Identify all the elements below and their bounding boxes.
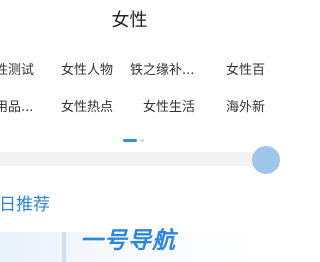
carousel-dot-active[interactable]: [123, 139, 137, 142]
page-title: 女性: [111, 10, 148, 31]
category-item[interactable]: 性测试: [0, 62, 34, 80]
category-item[interactable]: 女性人物: [61, 62, 113, 80]
section-title: 日推荐: [0, 195, 50, 215]
section-divider: [0, 152, 259, 166]
category-item[interactable]: 女性百: [226, 62, 265, 80]
watermark-logo: 一号导航: [80, 228, 176, 254]
banner-stripe: [62, 232, 66, 262]
floating-button[interactable]: [252, 146, 280, 174]
category-item[interactable]: 用品...: [0, 99, 33, 117]
category-item[interactable]: 女性热点: [61, 99, 113, 117]
category-item[interactable]: 女性生活: [143, 99, 195, 117]
category-item[interactable]: 铁之缘补...: [130, 62, 194, 80]
carousel-dot[interactable]: [140, 139, 144, 142]
category-item[interactable]: 海外新: [226, 99, 265, 117]
